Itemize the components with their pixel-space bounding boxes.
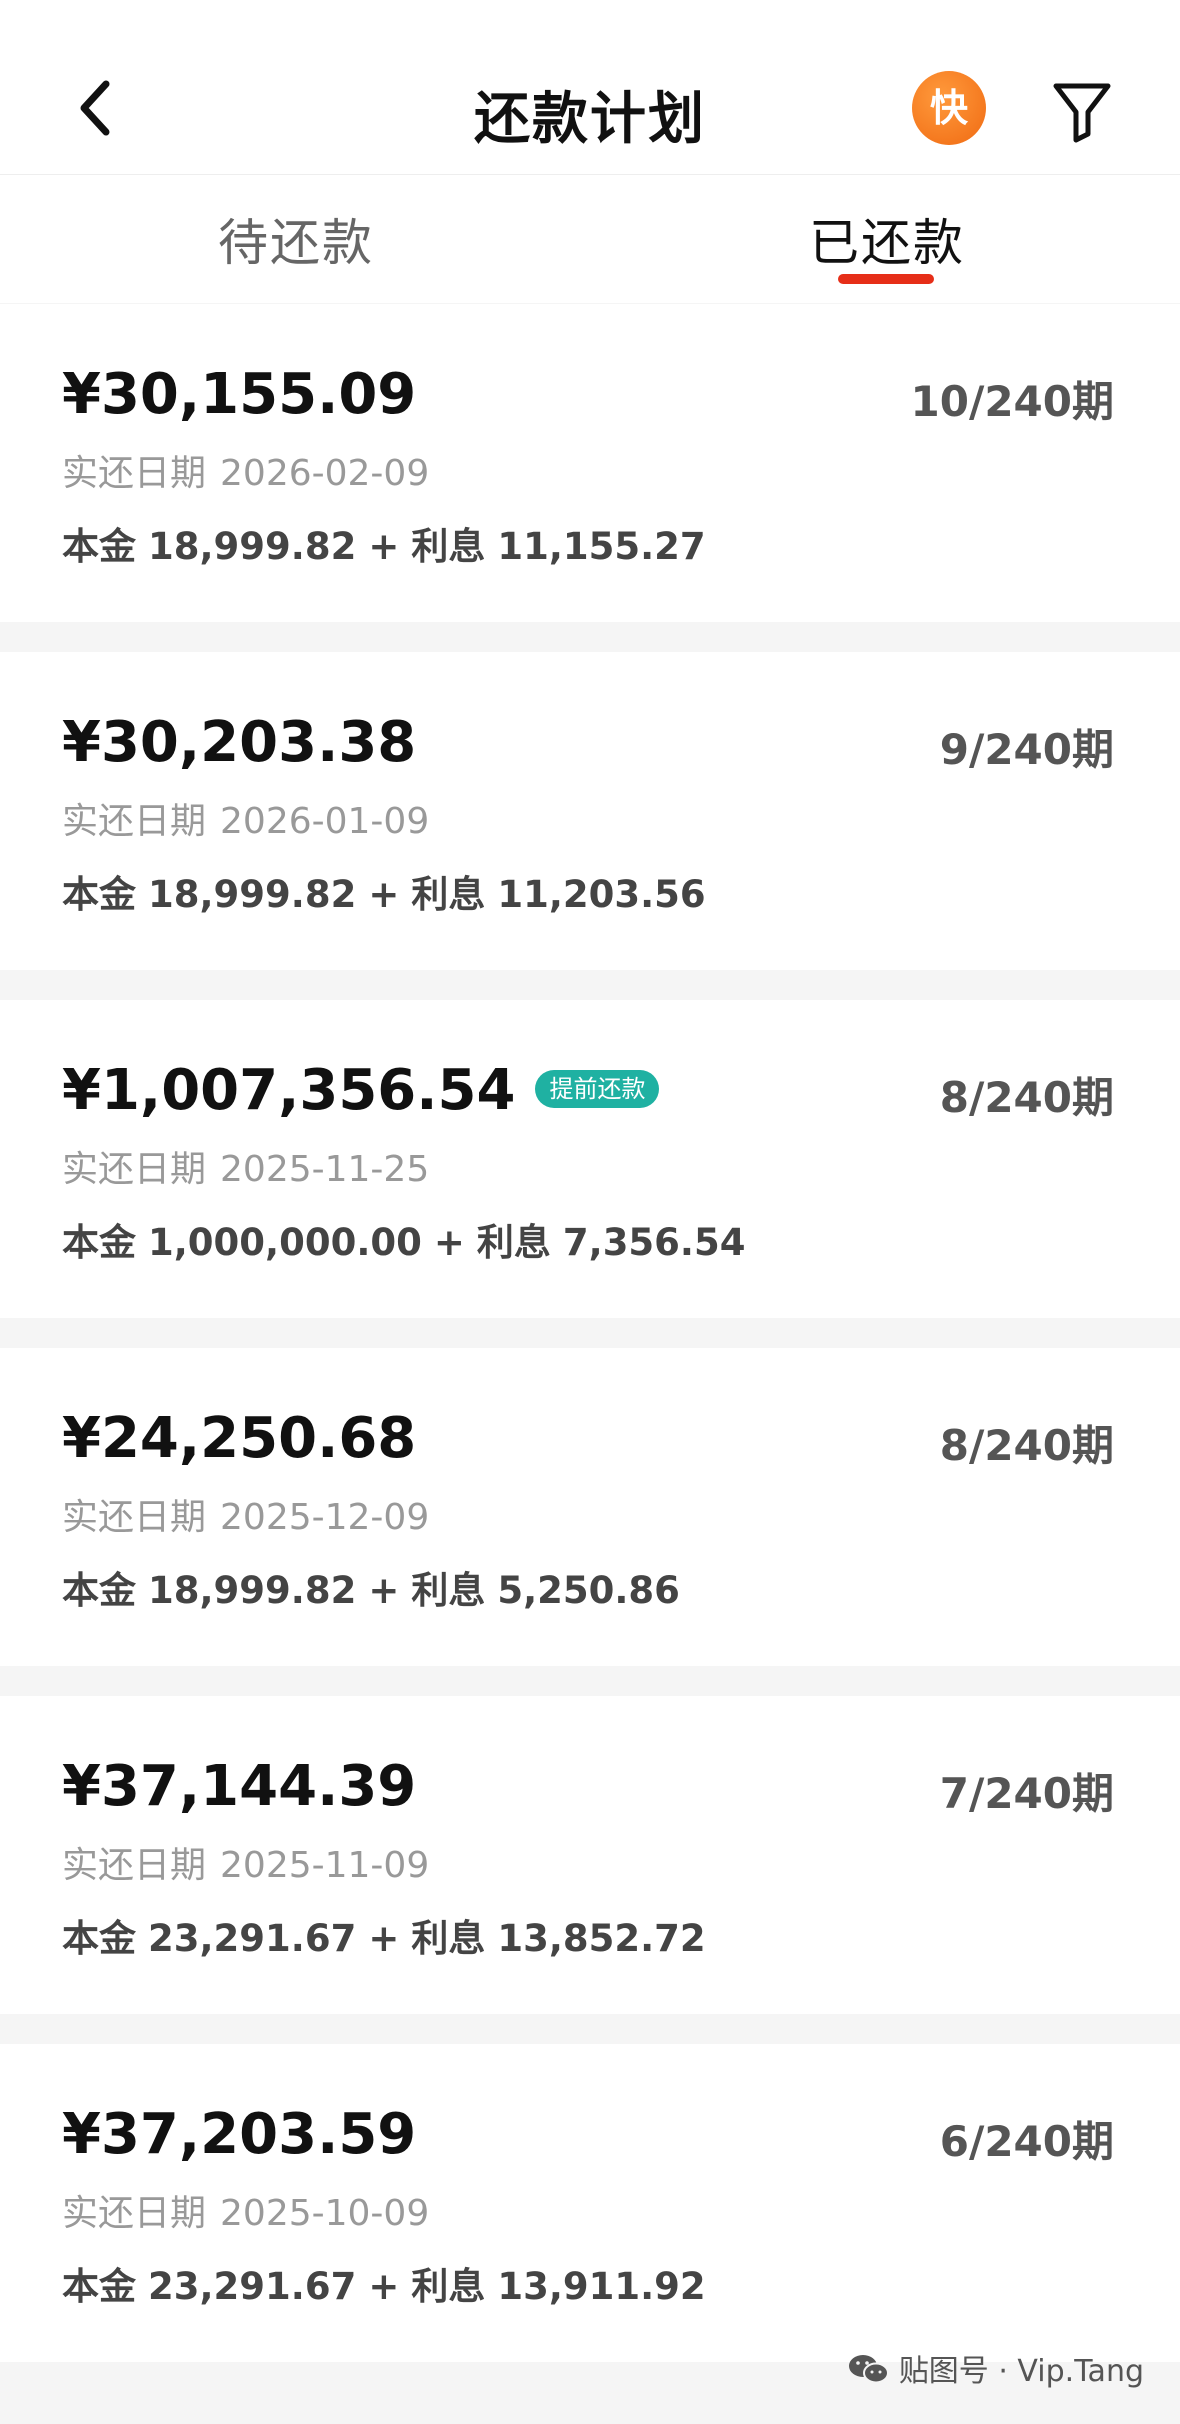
repayment-amount: ¥1,007,356.54 提前还款	[62, 1058, 660, 1123]
repayment-amount: ¥24,250.68	[62, 1406, 416, 1471]
filter-button[interactable]	[1050, 78, 1114, 144]
principal-label: 本金	[62, 1917, 136, 1960]
principal-label: 本金	[62, 2265, 136, 2308]
repayment-period: 9/240期	[939, 725, 1114, 774]
principal-label: 本金	[62, 525, 136, 568]
repayment-date: 实还日期 2025-10-09	[62, 2184, 429, 2236]
principal-value: 18,999.82	[148, 525, 357, 568]
amount-value: ¥37,203.59	[62, 2102, 417, 2167]
app-header: 还款计划 快	[0, 0, 1180, 175]
interest-value: 13,852.72	[497, 1917, 706, 1960]
repayment-amount: ¥37,144.39	[62, 1754, 416, 1819]
quick-badge-label: 快	[929, 86, 968, 130]
list-item[interactable]: ¥24,250.68 8/240期 实还日期 2025-12-09 本金 18,99…	[0, 1348, 1180, 1666]
repayment-period: 8/240期	[939, 1421, 1114, 1470]
page-title: 还款计划	[474, 87, 706, 152]
prepayment-badge: 提前还款	[535, 1069, 660, 1108]
repayment-breakdown: 本金 18,999.82 + 利息 5,250.86	[62, 1560, 692, 1614]
principal-value: 18,999.82	[148, 1569, 357, 1612]
principal-value: 23,291.67	[148, 2265, 357, 2308]
repayment-period: 7/240期	[939, 1769, 1114, 1818]
principal-value: 1,000,000.00	[148, 1221, 422, 1264]
plus-sign: +	[368, 873, 400, 916]
plus-sign: +	[368, 1917, 400, 1960]
repayment-period: 8/240期	[939, 1073, 1114, 1122]
date-label: 实还日期	[62, 1497, 207, 1538]
quick-service-button[interactable]: 快	[912, 71, 986, 145]
interest-value: 11,155.27	[497, 525, 706, 568]
repayment-date: 实还日期 2025-11-09	[62, 1836, 429, 1888]
wechat-icon	[847, 2351, 891, 2395]
interest-label: 利息	[476, 1221, 551, 1264]
amount-value: ¥37,144.39	[62, 1754, 417, 1819]
repayment-breakdown: 本金 18,999.82 + 利息 11,203.56	[62, 864, 718, 918]
repayment-date: 实还日期 2025-12-09	[62, 1488, 429, 1540]
list-item[interactable]: ¥30,155.09 10/240期 实还日期 2026-02-09 本金 18,9…	[0, 304, 1180, 622]
amount-value: ¥1,007,356.54	[62, 1058, 516, 1123]
watermark: 贴图号 · Vip.Tang	[847, 2346, 1144, 2395]
repayment-period: 6/240期	[939, 2117, 1114, 2166]
plus-sign: +	[368, 2265, 400, 2308]
interest-value: 7,356.54	[562, 1221, 746, 1264]
amount-value: ¥30,155.09	[62, 362, 417, 427]
repayment-breakdown: 本金 18,999.82 + 利息 11,155.27	[62, 516, 718, 570]
amount-value: ¥24,250.68	[62, 1406, 417, 1471]
bottom-spacer	[0, 2390, 1180, 2424]
interest-label: 利息	[411, 525, 486, 568]
list-item[interactable]: ¥37,144.39 7/240期 实还日期 2025-11-09 本金 23,29…	[0, 1696, 1180, 2014]
date-value: 2025-11-25	[220, 1149, 430, 1190]
principal-value: 23,291.67	[148, 1917, 357, 1960]
date-value: 2026-01-09	[220, 801, 430, 842]
watermark-text: 贴图号 · Vip.Tang	[898, 2354, 1144, 2389]
repayment-breakdown: 本金 1,000,000.00 + 利息 7,356.54	[62, 1212, 757, 1266]
date-value: 2026-02-09	[220, 453, 430, 494]
principal-label: 本金	[62, 1221, 136, 1264]
tab-bar: 待还款 已还款	[0, 175, 1180, 303]
principal-value: 18,999.82	[148, 873, 357, 916]
interest-label: 利息	[411, 873, 486, 916]
repayment-amount: ¥30,155.09	[62, 362, 416, 427]
principal-label: 本金	[62, 873, 136, 916]
interest-label: 利息	[411, 1569, 486, 1612]
filter-icon	[1053, 83, 1111, 143]
repayment-date: 实还日期 2026-02-09	[62, 444, 429, 496]
date-value: 2025-12-09	[220, 1497, 430, 1538]
repayment-breakdown: 本金 23,291.67 + 利息 13,911.92	[62, 2256, 718, 2310]
repayment-date: 实还日期 2025-11-25	[62, 1140, 429, 1192]
interest-label: 利息	[411, 1917, 486, 1960]
date-value: 2025-11-09	[220, 1845, 430, 1886]
interest-value: 11,203.56	[497, 873, 706, 916]
plus-sign: +	[368, 525, 400, 568]
repayment-amount: ¥37,203.59	[62, 2102, 416, 2167]
tab-pending[interactable]: 待还款	[218, 203, 374, 275]
date-label: 实还日期	[62, 1149, 207, 1190]
repayment-list: ¥30,155.09 10/240期 实还日期 2026-02-09 本金 18,9…	[0, 304, 1180, 2392]
repayment-amount: ¥30,203.38	[62, 710, 416, 775]
principal-label: 本金	[62, 1569, 136, 1612]
date-value: 2025-10-09	[220, 2193, 430, 2234]
date-label: 实还日期	[62, 2193, 207, 2234]
interest-value: 13,911.92	[497, 2265, 706, 2308]
date-label: 实还日期	[62, 1845, 207, 1886]
interest-label: 利息	[411, 2265, 486, 2308]
tab-paid[interactable]: 已还款	[809, 203, 965, 275]
interest-value: 5,250.86	[497, 1569, 680, 1612]
amount-value: ¥30,203.38	[62, 710, 417, 775]
date-label: 实还日期	[62, 801, 207, 842]
date-label: 实还日期	[62, 453, 207, 494]
repayment-date: 实还日期 2026-01-09	[62, 792, 429, 844]
list-item[interactable]: ¥30,203.38 9/240期 实还日期 2026-01-09 本金 18,99…	[0, 652, 1180, 970]
repayment-breakdown: 本金 23,291.67 + 利息 13,852.72	[62, 1908, 718, 1962]
list-item[interactable]: ¥37,203.59 6/240期 实还日期 2025-10-09 本金 23,29…	[0, 2044, 1180, 2362]
active-tab-indicator	[838, 274, 934, 284]
list-item[interactable]: ¥1,007,356.54 提前还款 8/240期 实还日期 2025-11-25 …	[0, 1000, 1180, 1318]
plus-sign: +	[433, 1221, 465, 1264]
plus-sign: +	[368, 1569, 400, 1612]
repayment-period: 10/240期	[910, 377, 1114, 426]
